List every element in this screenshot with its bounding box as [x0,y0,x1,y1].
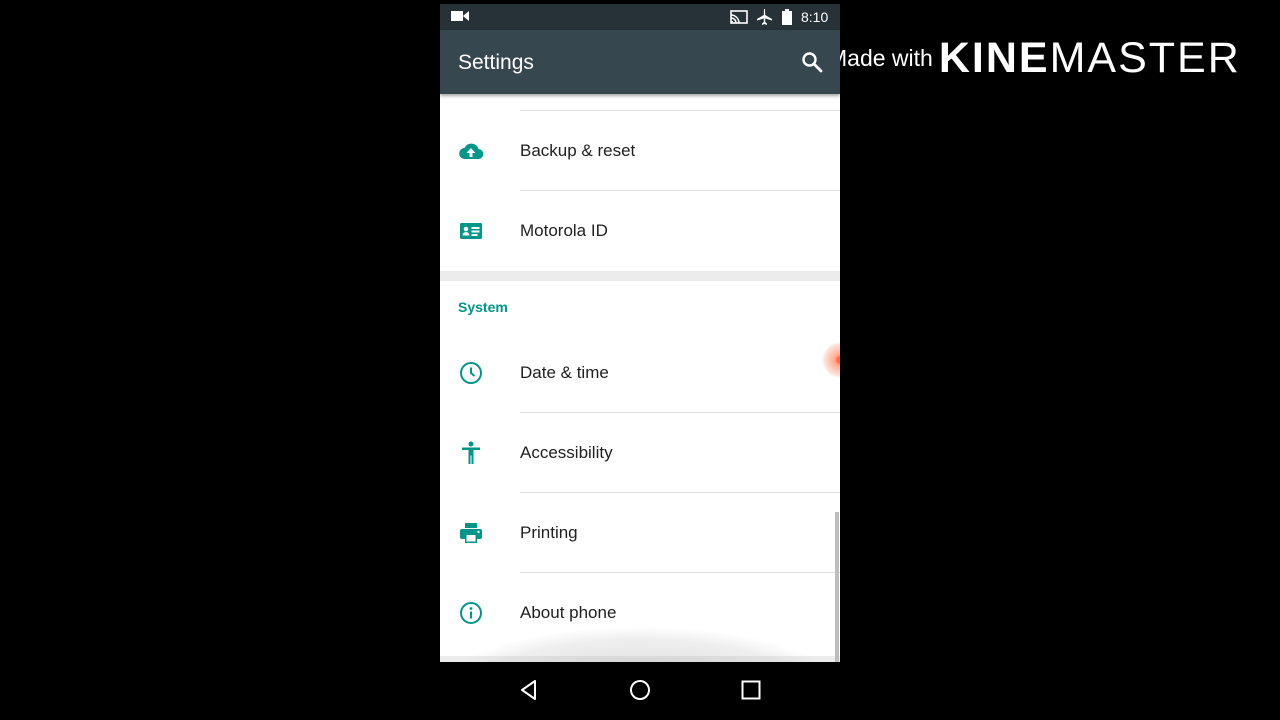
settings-item-printing[interactable]: Printing [440,493,840,573]
info-icon [460,602,482,624]
video-record-icon [451,11,469,21]
cloud-upload-icon [459,143,484,160]
personal-settings-card: Backup & reset Motorola ID [440,94,840,271]
app-bar: Settings [440,30,840,94]
status-clock: 8:10 [801,9,829,25]
recents-icon[interactable] [739,678,763,702]
airplane-mode-icon [757,9,772,25]
settings-list[interactable]: Backup & reset Motorola ID System Date &… [440,94,840,662]
back-icon[interactable] [518,678,542,702]
battery-icon [782,9,792,25]
settings-item-label: Backup & reset [520,141,636,160]
home-icon[interactable] [628,678,652,702]
clock-icon [460,362,482,384]
scrollbar[interactable] [835,512,839,662]
printer-icon [460,523,482,543]
settings-item-label: About phone [520,603,617,622]
search-icon[interactable] [800,50,824,74]
settings-item-date-time[interactable]: Date & time [440,333,840,413]
id-card-icon [460,223,482,239]
section-header-system: System [458,299,508,315]
settings-item-label: Motorola ID [520,221,608,240]
settings-item-backup-reset[interactable]: Backup & reset [440,111,840,191]
watermark-made-with: Made with [828,45,933,71]
status-bar: 8:10 [440,4,840,30]
phone-screen: 8:10 Settings Backup & reset Motorola ID… [440,0,840,720]
accessibility-icon [462,441,480,464]
navigation-bar [440,662,840,720]
settings-item-label: Date & time [520,363,609,382]
page-title: Settings [458,51,534,74]
settings-item-accessibility[interactable]: Accessibility [440,413,840,493]
watermark-brand-bold: KINE [938,34,1050,82]
settings-item-label: Accessibility [520,443,613,462]
cast-icon [730,10,748,24]
settings-item-motorola-id[interactable]: Motorola ID [440,191,840,271]
watermark-brand-light: MASTER [1049,34,1241,82]
system-settings-card: System Date & time Accessibility Printin… [440,281,840,656]
kinemaster-watermark: Made with KINEMASTER [828,34,1241,83]
settings-item-label: Printing [520,523,578,542]
overscroll-glow [440,626,840,662]
